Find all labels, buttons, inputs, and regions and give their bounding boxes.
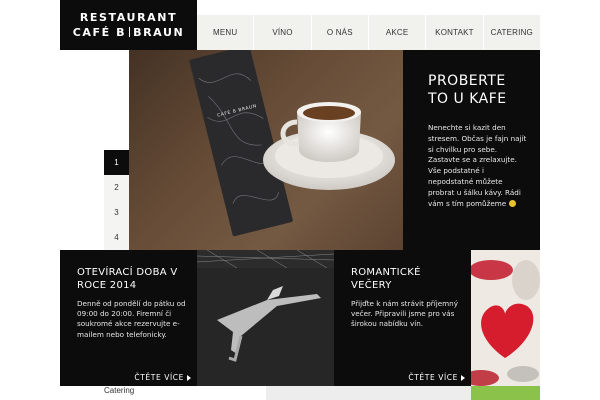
footer-green-block [471, 386, 540, 400]
hero-title: PROBERTE TO U KAFE [428, 73, 507, 107]
slide-1-button[interactable]: 1 [104, 150, 129, 175]
opening-hours-text: Denně od pondělí do pátku od 09:00 do 20… [77, 299, 186, 339]
site-logo[interactable]: RESTAURANT CAFÉ B BRAUN [60, 0, 197, 50]
footer-strip [266, 386, 471, 400]
slide-2-button[interactable]: 2 [104, 175, 129, 200]
slide-4-button[interactable]: 4 [104, 225, 129, 250]
hero-description-text: Nenechte si kazit den stresem. Občas je … [428, 123, 527, 208]
nav-item-kontakt[interactable]: KONTAKT [425, 15, 482, 50]
romantic-evenings-text: Přijďte k nám strávit příjemný večer. Př… [351, 299, 458, 329]
romantic-evenings-read-more-link[interactable]: ČTĚTE VÍCE [408, 373, 465, 382]
nav-item-catering[interactable]: CATERING [482, 15, 540, 50]
opening-hours-card: OTEVÍRACÍ DOBA V ROCE 2014 Denně od pond… [60, 250, 197, 386]
kitchen-tool-illustration [197, 250, 334, 386]
slider-pagination: 1 2 3 4 [104, 150, 129, 250]
romantic-evenings-card: ROMANTICKÉ VEČERY Přijďte k nám strávit … [334, 250, 471, 386]
hero-description: Nenechte si kazit den stresem. Občas je … [428, 123, 528, 209]
nav-item-akce[interactable]: AKCE [367, 15, 425, 50]
read-more-label: ČTĚTE VÍCE [408, 373, 458, 382]
slide-3-button[interactable]: 3 [104, 200, 129, 225]
opening-hours-read-more-link[interactable]: ČTĚTE VÍCE [134, 373, 191, 382]
main-nav: MENU VÍNO O NÁS AKCE KONTAKT CATERING [197, 15, 540, 50]
logo-separator [129, 27, 131, 37]
logo-line2-left: CAFÉ B [72, 26, 127, 39]
read-more-label: ČTĚTE VÍCE [134, 373, 184, 382]
hero-text-panel: PROBERTE TO U KAFE Nenechte si kazit den… [403, 50, 540, 250]
romantic-evenings-title: ROMANTICKÉ VEČERY [351, 267, 421, 291]
logo-line2: CAFÉ B BRAUN [73, 25, 185, 40]
footer-catering-link[interactable]: Catering [104, 386, 134, 395]
heart-decor-photo [471, 250, 540, 386]
kitchen-tool-photo [197, 250, 334, 386]
heart-illustration [471, 250, 540, 386]
hero-image: CAFÉ B BRAUN [129, 50, 403, 250]
nav-item-vino[interactable]: VÍNO [253, 15, 310, 50]
logo-line1: RESTAURANT [79, 11, 178, 24]
nav-item-o-nas[interactable]: O NÁS [310, 15, 368, 50]
arrow-right-icon [187, 374, 191, 381]
smiley-icon [508, 199, 516, 207]
logo-line2-right: BRAUN [133, 26, 185, 39]
hero-illustration: CAFÉ B BRAUN [129, 50, 403, 250]
arrow-right-icon [461, 374, 465, 381]
opening-hours-title: OTEVÍRACÍ DOBA V ROCE 2014 [77, 267, 178, 291]
nav-item-menu[interactable]: MENU [197, 15, 253, 50]
